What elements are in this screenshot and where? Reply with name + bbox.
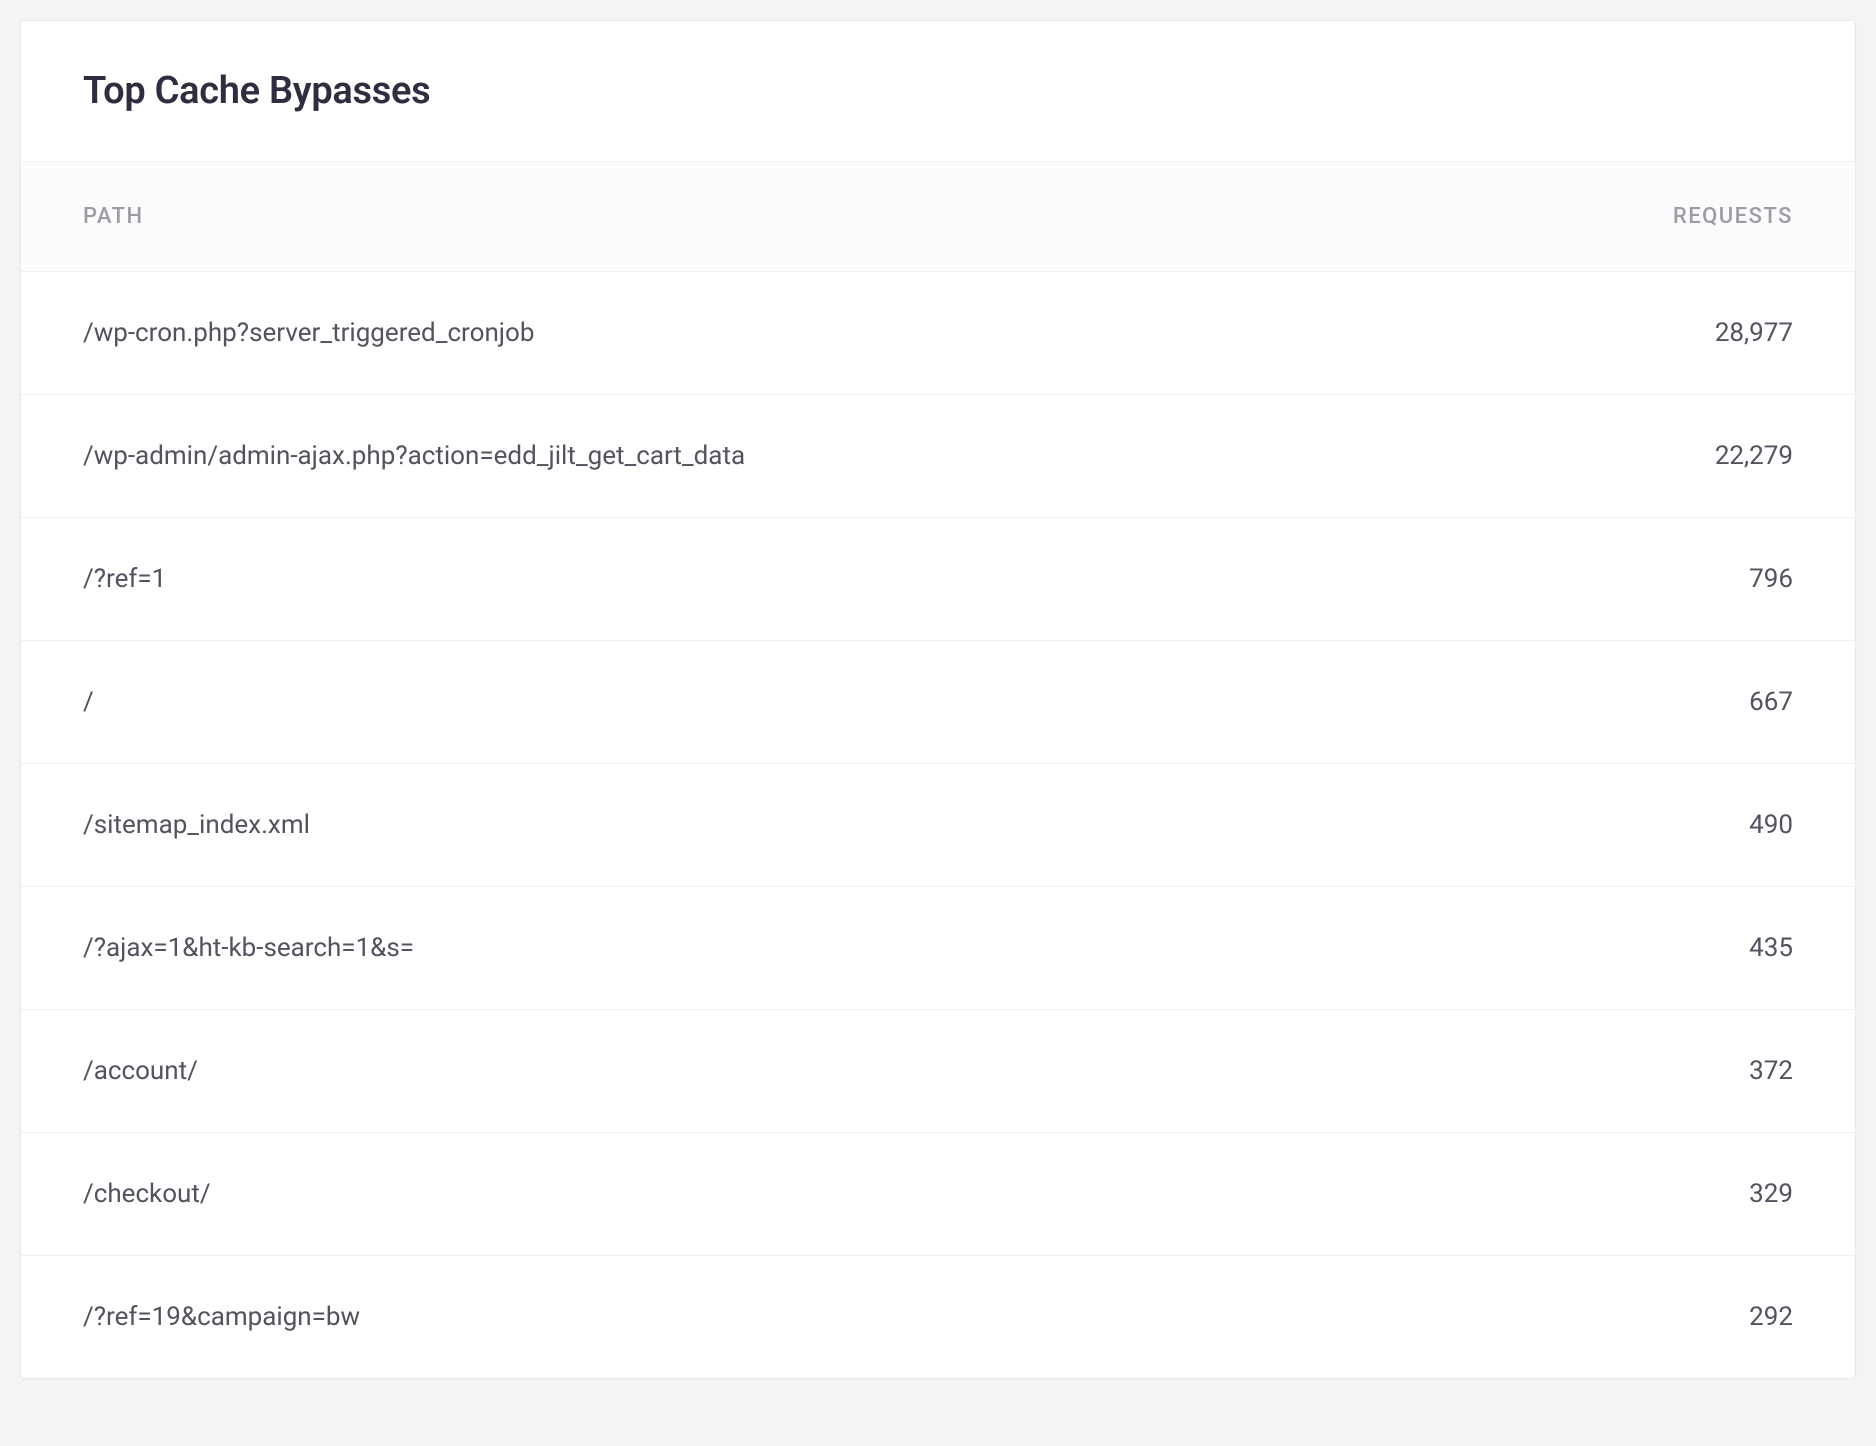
column-header-path[interactable]: PATH [21, 162, 1420, 272]
cell-path: /?ref=1 [21, 518, 1420, 641]
cell-path: /account/ [21, 1010, 1420, 1133]
card-header: Top Cache Bypasses [21, 21, 1855, 162]
cache-bypasses-table: PATH REQUESTS /wp-cron.php?server_trigge… [21, 162, 1855, 1378]
cell-requests: 28,977 [1420, 272, 1855, 395]
cell-requests: 796 [1420, 518, 1855, 641]
column-header-requests[interactable]: REQUESTS [1420, 162, 1855, 272]
cell-path: /checkout/ [21, 1133, 1420, 1256]
cell-requests: 372 [1420, 1010, 1855, 1133]
cell-requests: 490 [1420, 764, 1855, 887]
cell-path: /wp-admin/admin-ajax.php?action=edd_jilt… [21, 395, 1420, 518]
table-header-row: PATH REQUESTS [21, 162, 1855, 272]
cell-requests: 435 [1420, 887, 1855, 1010]
table-row: /wp-admin/admin-ajax.php?action=edd_jilt… [21, 395, 1855, 518]
table-row: /wp-cron.php?server_triggered_cronjob 28… [21, 272, 1855, 395]
table-row: /checkout/ 329 [21, 1133, 1855, 1256]
card-title: Top Cache Bypasses [83, 69, 1793, 113]
cell-requests: 292 [1420, 1256, 1855, 1379]
table-row: /?ref=19&campaign=bw 292 [21, 1256, 1855, 1379]
table-row: / 667 [21, 641, 1855, 764]
cell-path: /sitemap_index.xml [21, 764, 1420, 887]
cell-path: /?ajax=1&ht-kb-search=1&s= [21, 887, 1420, 1010]
table-row: /account/ 372 [21, 1010, 1855, 1133]
table-row: /?ref=1 796 [21, 518, 1855, 641]
cell-requests: 667 [1420, 641, 1855, 764]
cell-requests: 329 [1420, 1133, 1855, 1256]
cell-requests: 22,279 [1420, 395, 1855, 518]
cell-path: /?ref=19&campaign=bw [21, 1256, 1420, 1379]
top-cache-bypasses-card: Top Cache Bypasses PATH REQUESTS /wp-cro… [20, 20, 1856, 1379]
cell-path: /wp-cron.php?server_triggered_cronjob [21, 272, 1420, 395]
table-row: /sitemap_index.xml 490 [21, 764, 1855, 887]
table-row: /?ajax=1&ht-kb-search=1&s= 435 [21, 887, 1855, 1010]
cell-path: / [21, 641, 1420, 764]
